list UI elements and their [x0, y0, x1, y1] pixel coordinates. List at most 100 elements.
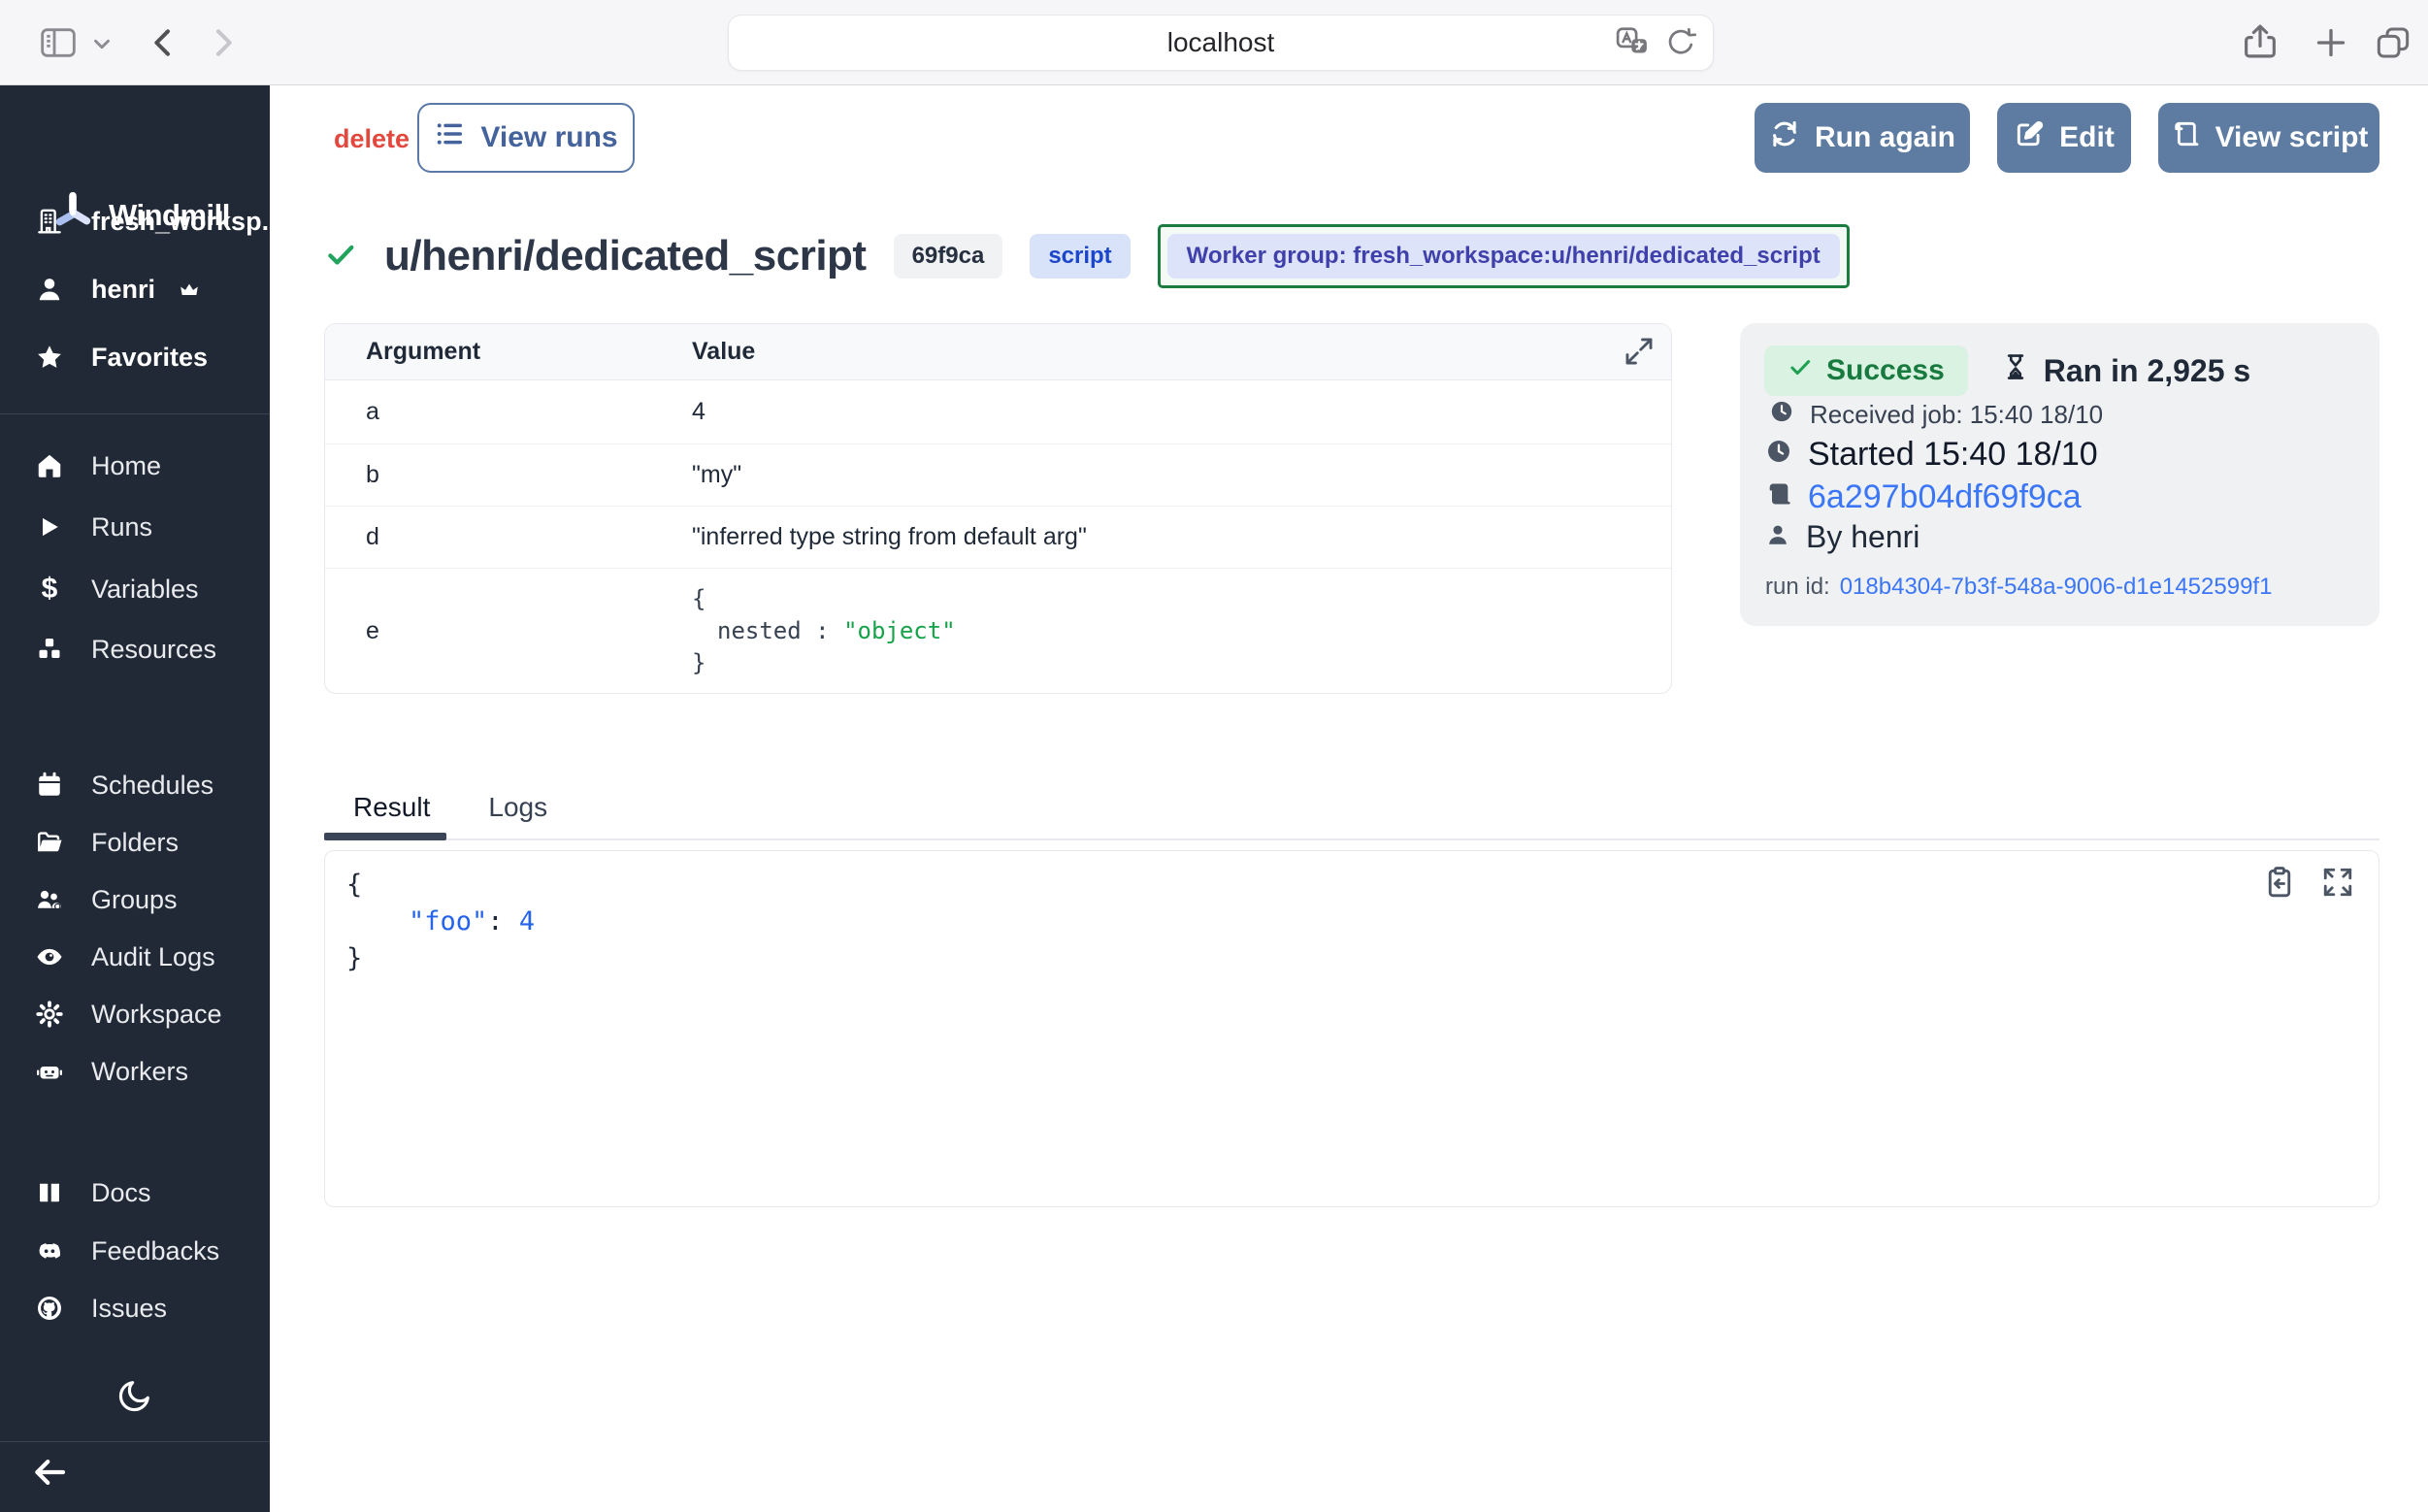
view-script-label: View script: [2215, 121, 2369, 154]
sidebar-toggle-icon[interactable]: [37, 23, 80, 67]
new-tab-icon[interactable]: [2312, 23, 2350, 67]
sidebar-item-runs[interactable]: Runs: [33, 506, 152, 548]
sidebar-resources-label: Resources: [91, 635, 216, 665]
arguments-table-header: Argument Value: [325, 324, 1671, 380]
book-icon: [33, 1178, 66, 1207]
check-icon: [1788, 354, 1813, 387]
boxes-icon: [33, 635, 66, 664]
refresh-icon: [1769, 118, 1800, 157]
sidebar-bottom-divider: [0, 1441, 270, 1442]
delete-button[interactable]: delete: [334, 124, 410, 154]
run-id-row: run id: 018b4304-7b3f-548a-9006-d1e14525…: [1765, 574, 2272, 601]
view-script-button[interactable]: View script: [2158, 103, 2379, 173]
crown-icon: [173, 279, 206, 300]
clock-icon: [1765, 436, 1792, 474]
dollar-icon: $: [33, 573, 66, 606]
table-row: a 4: [325, 380, 1671, 444]
sidebar-item-variables[interactable]: $ Variables: [33, 568, 199, 610]
started-row: Started 15:40 18/10: [1765, 436, 2098, 474]
edit-button[interactable]: Edit: [1997, 103, 2131, 173]
chevron-down-icon[interactable]: [89, 31, 115, 61]
sidebar-item-feedbacks[interactable]: Feedbacks: [33, 1230, 219, 1272]
version-hash-badge: 69f9ca: [894, 234, 1003, 279]
sidebar-workers-label: Workers: [91, 1057, 188, 1087]
sidebar-schedules-label: Schedules: [91, 771, 213, 801]
sidebar-divider: [0, 413, 270, 414]
arg-value-json: { nested : "object" }: [692, 583, 1671, 679]
column-argument: Argument: [325, 338, 692, 366]
hourglass-icon: [2001, 352, 2030, 389]
tab-result[interactable]: Result: [324, 786, 459, 829]
browser-chrome: localhost: [0, 0, 2428, 85]
gear-icon: [33, 1000, 66, 1029]
arg-name: d: [325, 523, 692, 551]
run-duration: Ran in 2,925 s: [2001, 352, 2250, 389]
sidebar-item-groups[interactable]: Groups: [33, 878, 178, 921]
sidebar-item-workspace[interactable]: Workspace: [33, 993, 222, 1035]
sidebar-item-home[interactable]: Home: [33, 444, 161, 487]
sidebar-item-folders[interactable]: Folders: [33, 821, 179, 864]
sidebar-item-schedules[interactable]: Schedules: [33, 764, 213, 806]
translate-icon[interactable]: [1614, 24, 1651, 66]
sidebar-user-label: henri: [91, 275, 155, 305]
received-job-row: Received job: 15:40 18/10: [1769, 399, 2103, 431]
sidebar-workspace-selector[interactable]: fresh_worksp...: [33, 200, 283, 243]
column-value: Value: [692, 338, 1671, 366]
result-logs-tabs: Result Logs: [324, 786, 576, 829]
back-icon[interactable]: [144, 23, 182, 67]
star-icon: [33, 343, 66, 372]
expand-result-icon[interactable]: [2320, 865, 2355, 904]
clock-icon: [1769, 399, 1794, 431]
table-row: d "inferred type string from default arg…: [325, 507, 1671, 569]
script-kind-badge[interactable]: script: [1030, 234, 1130, 279]
sidebar-favorites-label: Favorites: [91, 343, 208, 373]
building-icon: [33, 207, 66, 236]
sidebar-feedbacks-label: Feedbacks: [91, 1236, 219, 1266]
job-id-row: 6a297b04df69f9ca: [1765, 478, 2082, 516]
run-again-button[interactable]: Run again: [1755, 103, 1970, 173]
main-content: delete View runs Run again Edit View scr…: [270, 85, 2428, 1512]
status-badge: Success: [1764, 345, 1968, 396]
home-icon: [33, 451, 66, 480]
run-id-link[interactable]: 018b4304-7b3f-548a-9006-d1e1452599f1: [1840, 574, 2273, 601]
moon-icon: [115, 1376, 154, 1420]
table-row: e { nested : "object" }: [325, 569, 1671, 693]
view-runs-button[interactable]: View runs: [417, 103, 635, 173]
copy-result-icon[interactable]: [2262, 865, 2297, 904]
worker-group-badge: Worker group: fresh_workspace:u/henri/de…: [1167, 234, 1840, 279]
tab-overview-icon[interactable]: [2374, 23, 2412, 67]
edit-pencil-icon: [2014, 118, 2045, 157]
sidebar-home-label: Home: [91, 451, 161, 481]
worker-group-box: Worker group: fresh_workspace:u/henri/de…: [1158, 224, 1850, 288]
sidebar-item-resources[interactable]: Resources: [33, 628, 216, 671]
github-icon: [33, 1294, 66, 1323]
arg-value: "my": [692, 461, 1671, 489]
sidebar-item-workers[interactable]: Workers: [33, 1050, 188, 1093]
share-icon[interactable]: [2240, 21, 2280, 67]
tab-logs[interactable]: Logs: [459, 786, 576, 829]
run-info-card: Success Ran in 2,925 s Received job: 15:…: [1740, 323, 2379, 626]
tabs-baseline: [324, 838, 2379, 840]
dark-mode-toggle[interactable]: [0, 1376, 270, 1420]
job-id-link[interactable]: 6a297b04df69f9ca: [1808, 478, 2082, 516]
scroll-icon: [1765, 478, 1792, 516]
sidebar-runs-label: Runs: [91, 512, 152, 542]
success-check-icon: [324, 238, 357, 276]
sidebar-docs-label: Docs: [91, 1178, 151, 1208]
sidebar-variables-label: Variables: [91, 575, 199, 605]
forward-icon[interactable]: [204, 23, 243, 67]
robot-icon: [33, 1057, 66, 1086]
sidebar-item-audit-logs[interactable]: Audit Logs: [33, 936, 215, 978]
discord-icon: [33, 1236, 66, 1265]
sidebar-item-favorites[interactable]: Favorites: [33, 336, 208, 378]
sidebar-item-docs[interactable]: Docs: [33, 1171, 151, 1214]
eye-icon: [33, 942, 66, 971]
sidebar-user-menu[interactable]: henri: [33, 268, 206, 311]
table-row: b "my": [325, 444, 1671, 507]
collapse-sidebar-button[interactable]: [29, 1452, 70, 1497]
reload-icon[interactable]: [1664, 26, 1697, 64]
url-bar[interactable]: localhost: [728, 15, 1714, 71]
sidebar-item-issues[interactable]: Issues: [33, 1287, 167, 1330]
table-expand-icon[interactable]: [1623, 335, 1656, 375]
arg-value: 4: [692, 398, 1671, 426]
